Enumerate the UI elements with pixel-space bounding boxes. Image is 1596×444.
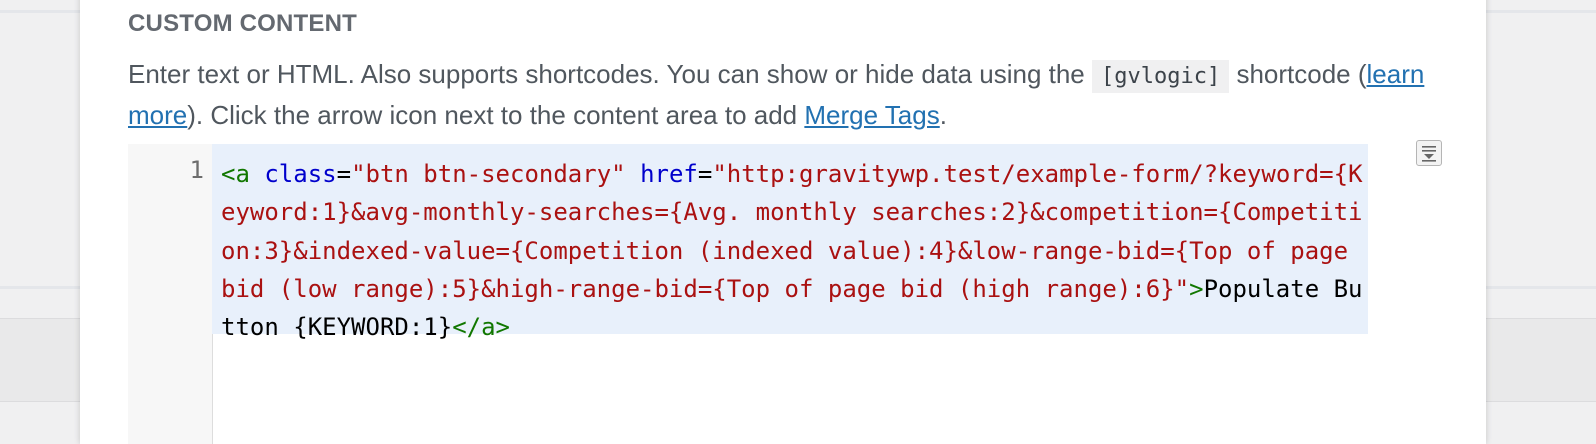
custom-content-modal: CUSTOM CONTENT Enter text or HTML. Also …: [80, 0, 1486, 444]
code-editor[interactable]: 1 <a class="btn btn-secondary" href="htt…: [128, 144, 1462, 444]
editor-gutter: 1: [128, 144, 213, 444]
line-number: 1: [189, 156, 204, 184]
merge-tags-dropdown-icon: [1422, 146, 1436, 162]
code-end-tag: </a>: [452, 313, 510, 342]
code-open-tag: <a: [221, 160, 250, 188]
code-equals: =: [697, 160, 713, 188]
code-class-value: "btn btn-secondary": [351, 160, 626, 188]
code-attr-class: class: [264, 160, 337, 188]
code-content[interactable]: <a class="btn btn-secondary" href="http:…: [221, 155, 1371, 346]
gvlogic-code: [gvlogic]: [1092, 60, 1230, 93]
code-equals: =: [336, 160, 352, 188]
merge-tags-dropdown-button[interactable]: [1416, 140, 1442, 166]
code-tag-close: >: [1189, 274, 1204, 303]
section-title: CUSTOM CONTENT: [128, 10, 358, 37]
merge-tags-link[interactable]: Merge Tags: [804, 100, 939, 130]
description-text-3: ). Click the arrow icon next to the cont…: [187, 100, 805, 130]
code-attr-href: href: [640, 160, 698, 188]
field-description: Enter text or HTML. Also supports shortc…: [128, 55, 1458, 134]
description-text-4: .: [939, 100, 947, 130]
description-text-2: shortcode (: [1229, 59, 1367, 89]
description-text-1: Enter text or HTML. Also supports shortc…: [128, 59, 1092, 89]
